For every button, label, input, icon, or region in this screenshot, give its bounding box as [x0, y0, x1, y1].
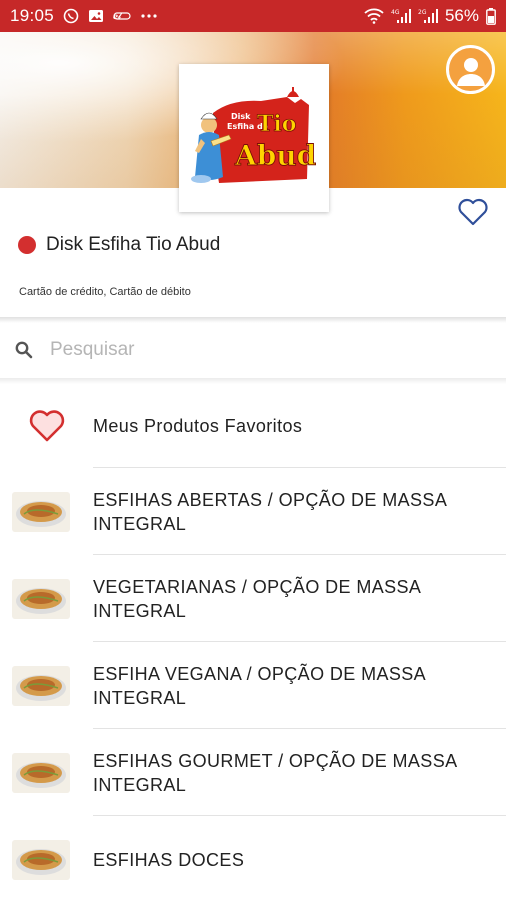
- category-thumb-cell: [0, 839, 93, 880]
- favorites-label: Meus Produtos Favoritos: [93, 416, 303, 436]
- category-label: ESFIHAS ABERTAS / OPÇÃO DE MASSA INTEGRAL: [93, 488, 467, 536]
- logo-text-main1: Tio: [257, 111, 296, 137]
- list-item-category[interactable]: ESFIHAS ABERTAS / OPÇÃO DE MASSA INTEGRAL: [0, 468, 506, 555]
- category-label: VEGETARIANAS / OPÇÃO DE MASSA INTEGRAL: [93, 575, 441, 623]
- signal-2g-label: 2G: [418, 9, 427, 16]
- category-label-line2: INTEGRAL: [93, 513, 187, 534]
- category-thumb-cell: [0, 752, 93, 793]
- category-label-line1: ESFIHA VEGANA / OPÇÃO DE MASSA: [93, 663, 427, 684]
- list-item-favorites[interactable]: Meus Produtos Favoritos: [0, 384, 506, 468]
- category-label-line1: ESFIHAS ABERTAS / OPÇÃO DE MASSA: [93, 489, 448, 510]
- category-label-line1: ESFIHAS GOURMET / OPÇÃO DE MASSA: [93, 750, 458, 771]
- heart-icon: [29, 410, 64, 442]
- category-label: ESFIHAS DOCES: [93, 849, 245, 870]
- list-item-category[interactable]: ESFIHA VEGANA / OPÇÃO DE MASSA INTEGRAL: [0, 642, 506, 729]
- list-item-category[interactable]: ESFIHAS DOCES: [0, 816, 506, 900]
- favorite-store-button[interactable]: [457, 198, 489, 226]
- gallery-icon: [88, 9, 104, 23]
- esfiha-thumbnail: [12, 752, 70, 793]
- esfiha-thumbnail: [12, 491, 70, 532]
- search-bar: [0, 322, 506, 378]
- category-label-line2: INTEGRAL: [93, 687, 187, 708]
- status-bar-left: 19:05 ℯ𝓁: [10, 6, 158, 26]
- status-bar-right: 4G 2G 56%: [364, 6, 496, 26]
- battery-icon: [486, 7, 496, 25]
- list-item-category[interactable]: ESFIHAS GOURMET / OPÇÃO DE MASSA INTEGRAL: [0, 729, 506, 816]
- esfiha-thumbnail: [12, 578, 70, 619]
- heart-outline-icon: [458, 198, 488, 226]
- category-thumb-cell: [0, 491, 93, 532]
- payment-methods: Cartão de crédito, Cartão de débito: [19, 286, 191, 298]
- favorites-icon-cell: [0, 409, 93, 443]
- status-time: 19:05: [10, 6, 55, 25]
- category-label-line1: VEGETARIANAS / OPÇÃO DE MASSA: [93, 576, 422, 597]
- store-logo-image: Disk Esfiha do Tio Abud: [191, 87, 317, 183]
- wifi-icon: [364, 8, 384, 24]
- category-label: ESFIHA VEGANA / OPÇÃO DE MASSA INTEGRAL: [93, 662, 446, 710]
- list-item-category[interactable]: VEGETARIANAS / OPÇÃO DE MASSA INTEGRAL: [0, 555, 506, 642]
- category-list: Meus Produtos Favoritos ESFIHAS ABERTAS …: [0, 384, 506, 900]
- whatsapp-icon: [63, 8, 79, 24]
- search-icon: [15, 341, 33, 359]
- more-dots-icon: [140, 13, 158, 19]
- signal-4g-label: 4G: [391, 9, 400, 16]
- status-bar: 19:05 ℯ𝓁 4G 2G 56%: [0, 0, 506, 32]
- store-info-row: Disk Esfiha Tio Abud: [18, 234, 220, 256]
- person-icon: [456, 57, 485, 86]
- profile-avatar-button[interactable]: [446, 45, 495, 94]
- logo-text-main2: Abud: [234, 139, 316, 172]
- category-label-line2: INTEGRAL: [93, 600, 187, 621]
- signal-2g-icon: 2G: [418, 8, 438, 24]
- store-name: Disk Esfiha Tio Abud: [46, 234, 221, 255]
- app-screen: 19:05 ℯ𝓁 4G 2G 56% Disk Esfiha do Tio Ab…: [0, 0, 506, 900]
- battery-percent: 56%: [444, 6, 479, 25]
- esfiha-thumbnail: [12, 665, 70, 706]
- app-icon: ℯ𝓁: [113, 10, 131, 22]
- category-thumb-cell: [0, 665, 93, 706]
- store-logo: Disk Esfiha do Tio Abud: [179, 64, 329, 212]
- category-label: ESFIHAS GOURMET / OPÇÃO DE MASSA INTEGRAL: [93, 749, 478, 797]
- store-status-dot: [18, 236, 36, 254]
- search-input[interactable]: [50, 339, 450, 361]
- category-thumb-cell: [0, 578, 93, 619]
- logo-text-top: Disk: [231, 112, 251, 121]
- signal-4g-icon: 4G: [391, 8, 411, 24]
- category-label-line2: INTEGRAL: [93, 774, 187, 795]
- esfiha-thumbnail: [12, 839, 70, 880]
